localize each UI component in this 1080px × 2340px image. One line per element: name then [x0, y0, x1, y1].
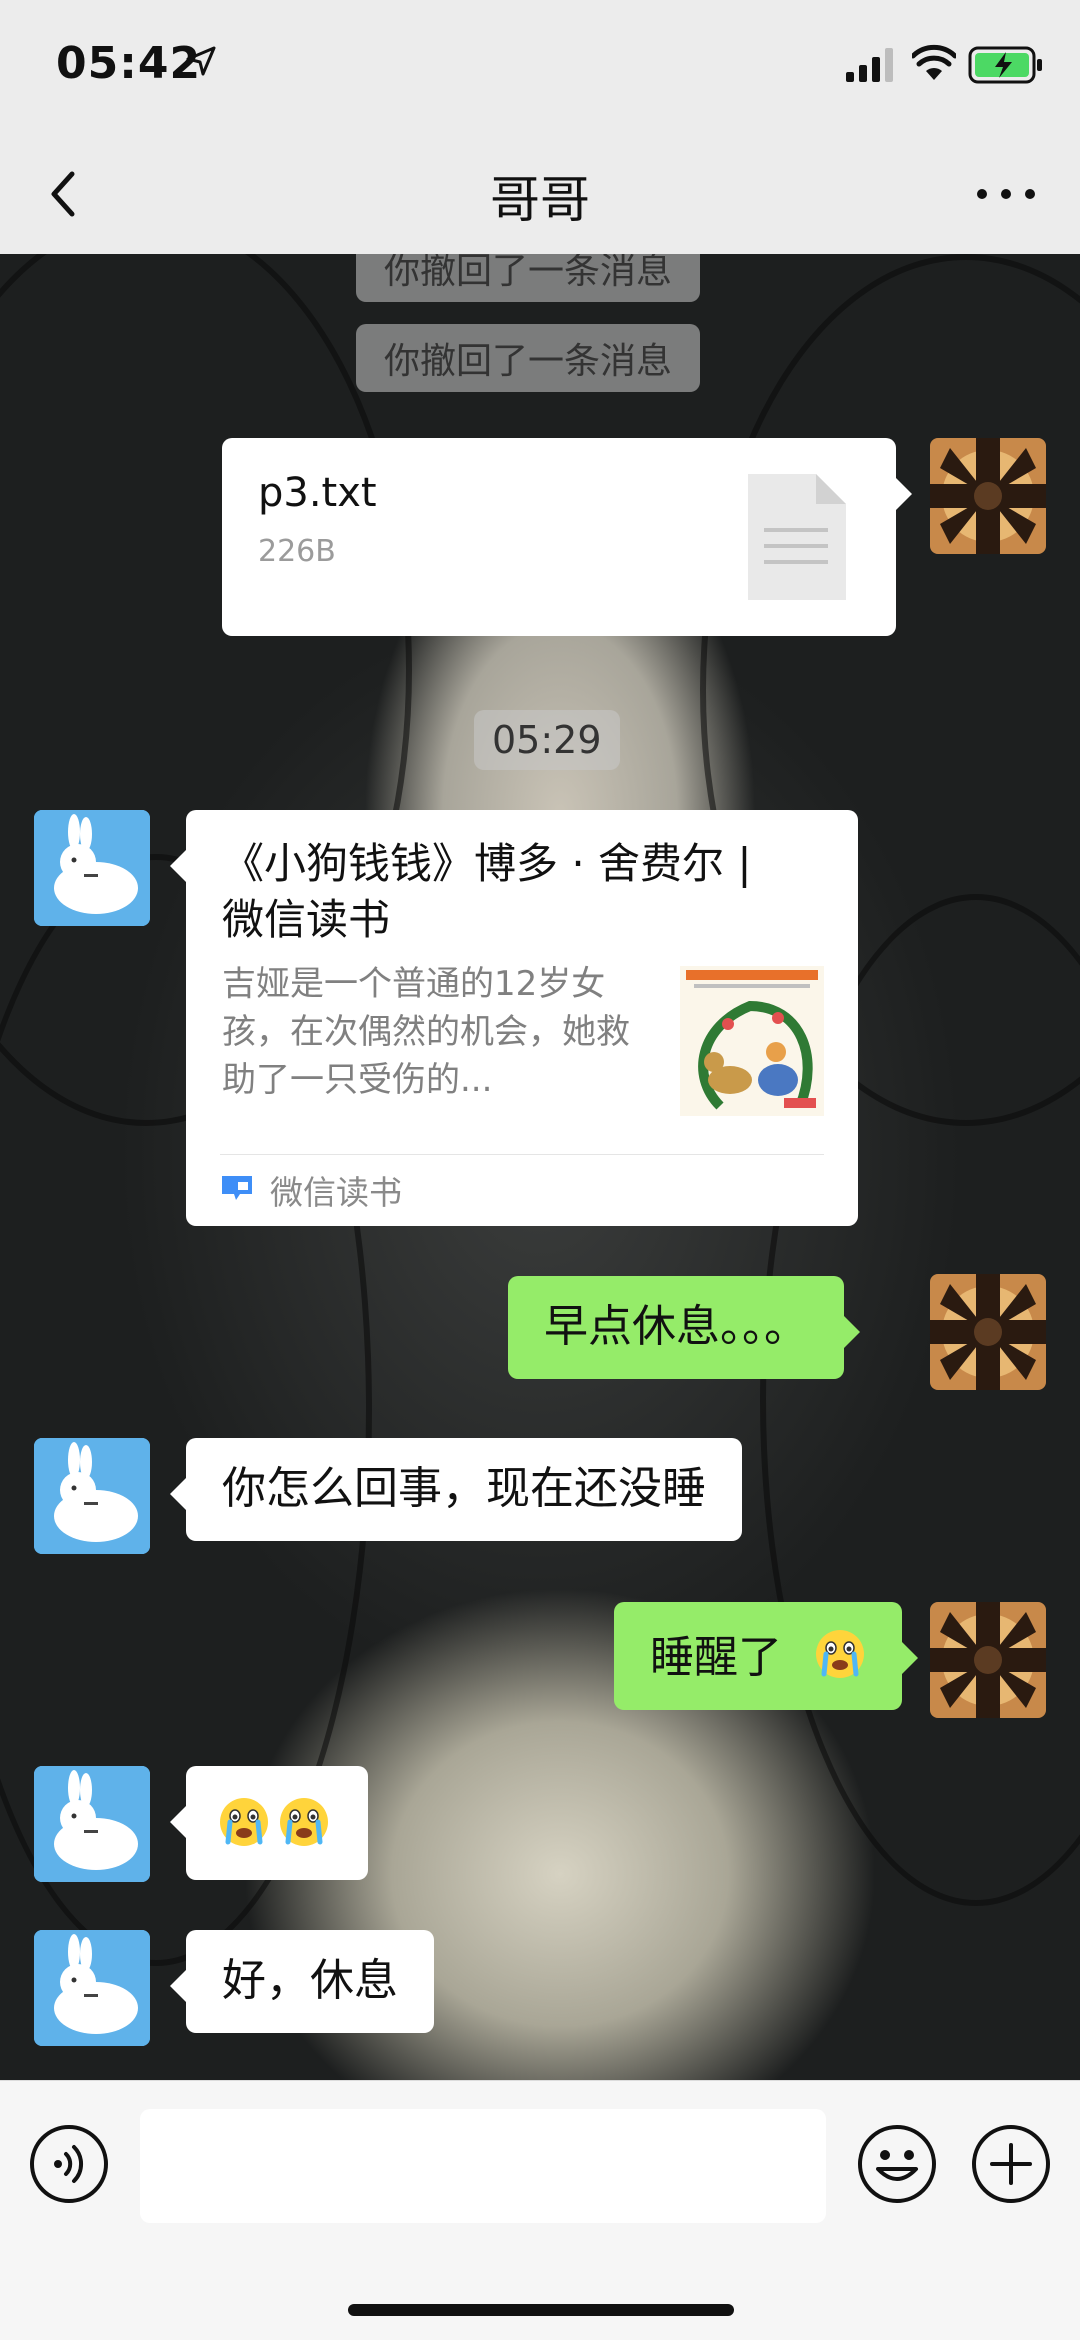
book-cover-thumbnail	[680, 966, 824, 1116]
message-input[interactable]	[140, 2109, 826, 2223]
link-card-divider	[220, 1154, 824, 1155]
rabbit-avatar-image	[34, 810, 150, 926]
link-card-description: 吉娅是一个普通的12岁女孩，在次偶然的机会，她救助了一只受伤的...	[222, 964, 630, 1100]
my-avatar[interactable]	[930, 1274, 1046, 1390]
weixin-read-logo-icon	[222, 1176, 252, 1200]
my-avatar[interactable]	[930, 1602, 1046, 1718]
contact-avatar[interactable]	[34, 1438, 150, 1554]
my-avatar-image	[930, 1602, 1046, 1718]
chat-header: 哥哥	[0, 134, 1080, 255]
crying-emoji-icon	[816, 1630, 864, 1678]
wifi-icon	[912, 44, 956, 80]
add-more-button[interactable]	[970, 2123, 1052, 2205]
voice-input-button[interactable]	[28, 2123, 110, 2205]
message-timestamp: 05:29	[474, 710, 620, 770]
my-avatar-image	[930, 1274, 1046, 1390]
message-text: 好，休息	[222, 1955, 398, 2006]
my-avatar-image	[930, 438, 1046, 554]
file-name: p3.txt	[258, 470, 377, 516]
file-size: 226B	[258, 534, 336, 569]
cellular-signal-icon	[846, 48, 893, 82]
status-time: 05:42	[56, 38, 202, 89]
message-bubble-incoming[interactable]: 你怎么回事，现在还没睡	[170, 1438, 742, 1541]
rabbit-avatar-image	[34, 1438, 150, 1554]
message-bubble-incoming[interactable]	[170, 1766, 368, 1880]
contact-avatar[interactable]	[34, 810, 150, 926]
message-bubble-outgoing[interactable]: 睡醒了	[614, 1602, 918, 1710]
crying-emoji-icon	[220, 1798, 268, 1846]
message-text: 你怎么回事，现在还没睡	[222, 1463, 706, 1514]
system-notice: 你撤回了一条消息	[356, 254, 701, 302]
emoji-button[interactable]	[856, 2123, 938, 2205]
battery-charging-icon	[968, 46, 1042, 84]
input-bar	[0, 2080, 1080, 2340]
message-text: 早点休息。。。	[544, 1301, 808, 1352]
location-arrow-icon	[186, 46, 216, 76]
home-indicator[interactable]	[348, 2304, 734, 2316]
chat-title: 哥哥	[490, 171, 590, 229]
contact-avatar[interactable]	[34, 1766, 150, 1882]
rabbit-avatar-image	[34, 1930, 150, 2046]
system-notice: 你撤回了一条消息	[356, 324, 701, 392]
file-message[interactable]: p3.txt 226B	[222, 438, 912, 636]
document-file-icon	[748, 474, 846, 600]
more-options-button[interactable]	[966, 164, 1046, 224]
rabbit-avatar-image	[34, 1766, 150, 1882]
message-bubble-incoming[interactable]: 好，休息	[170, 1930, 434, 2033]
chat-area[interactable]: 你撤回了一条消息 你撤回了一条消息 p3.txt 226B 05:29 《小狗钱…	[0, 254, 1080, 2080]
link-card-source: 微信读书	[270, 1173, 402, 1212]
status-bar: 05:42	[0, 0, 1080, 134]
crying-emoji-icon	[280, 1798, 328, 1846]
link-card-message[interactable]: 《小狗钱钱》博多 · 舍费尔 | 微信读书 吉娅是一个普通的12岁女孩，在次偶然…	[170, 810, 858, 1226]
my-avatar[interactable]	[930, 438, 1046, 554]
link-card-title: 《小狗钱钱》博多 · 舍费尔 | 微信读书	[222, 839, 752, 944]
message-bubble-outgoing[interactable]: 早点休息。。。	[508, 1276, 860, 1379]
message-text: 睡醒了	[650, 1632, 782, 1683]
contact-avatar[interactable]	[34, 1930, 150, 2046]
